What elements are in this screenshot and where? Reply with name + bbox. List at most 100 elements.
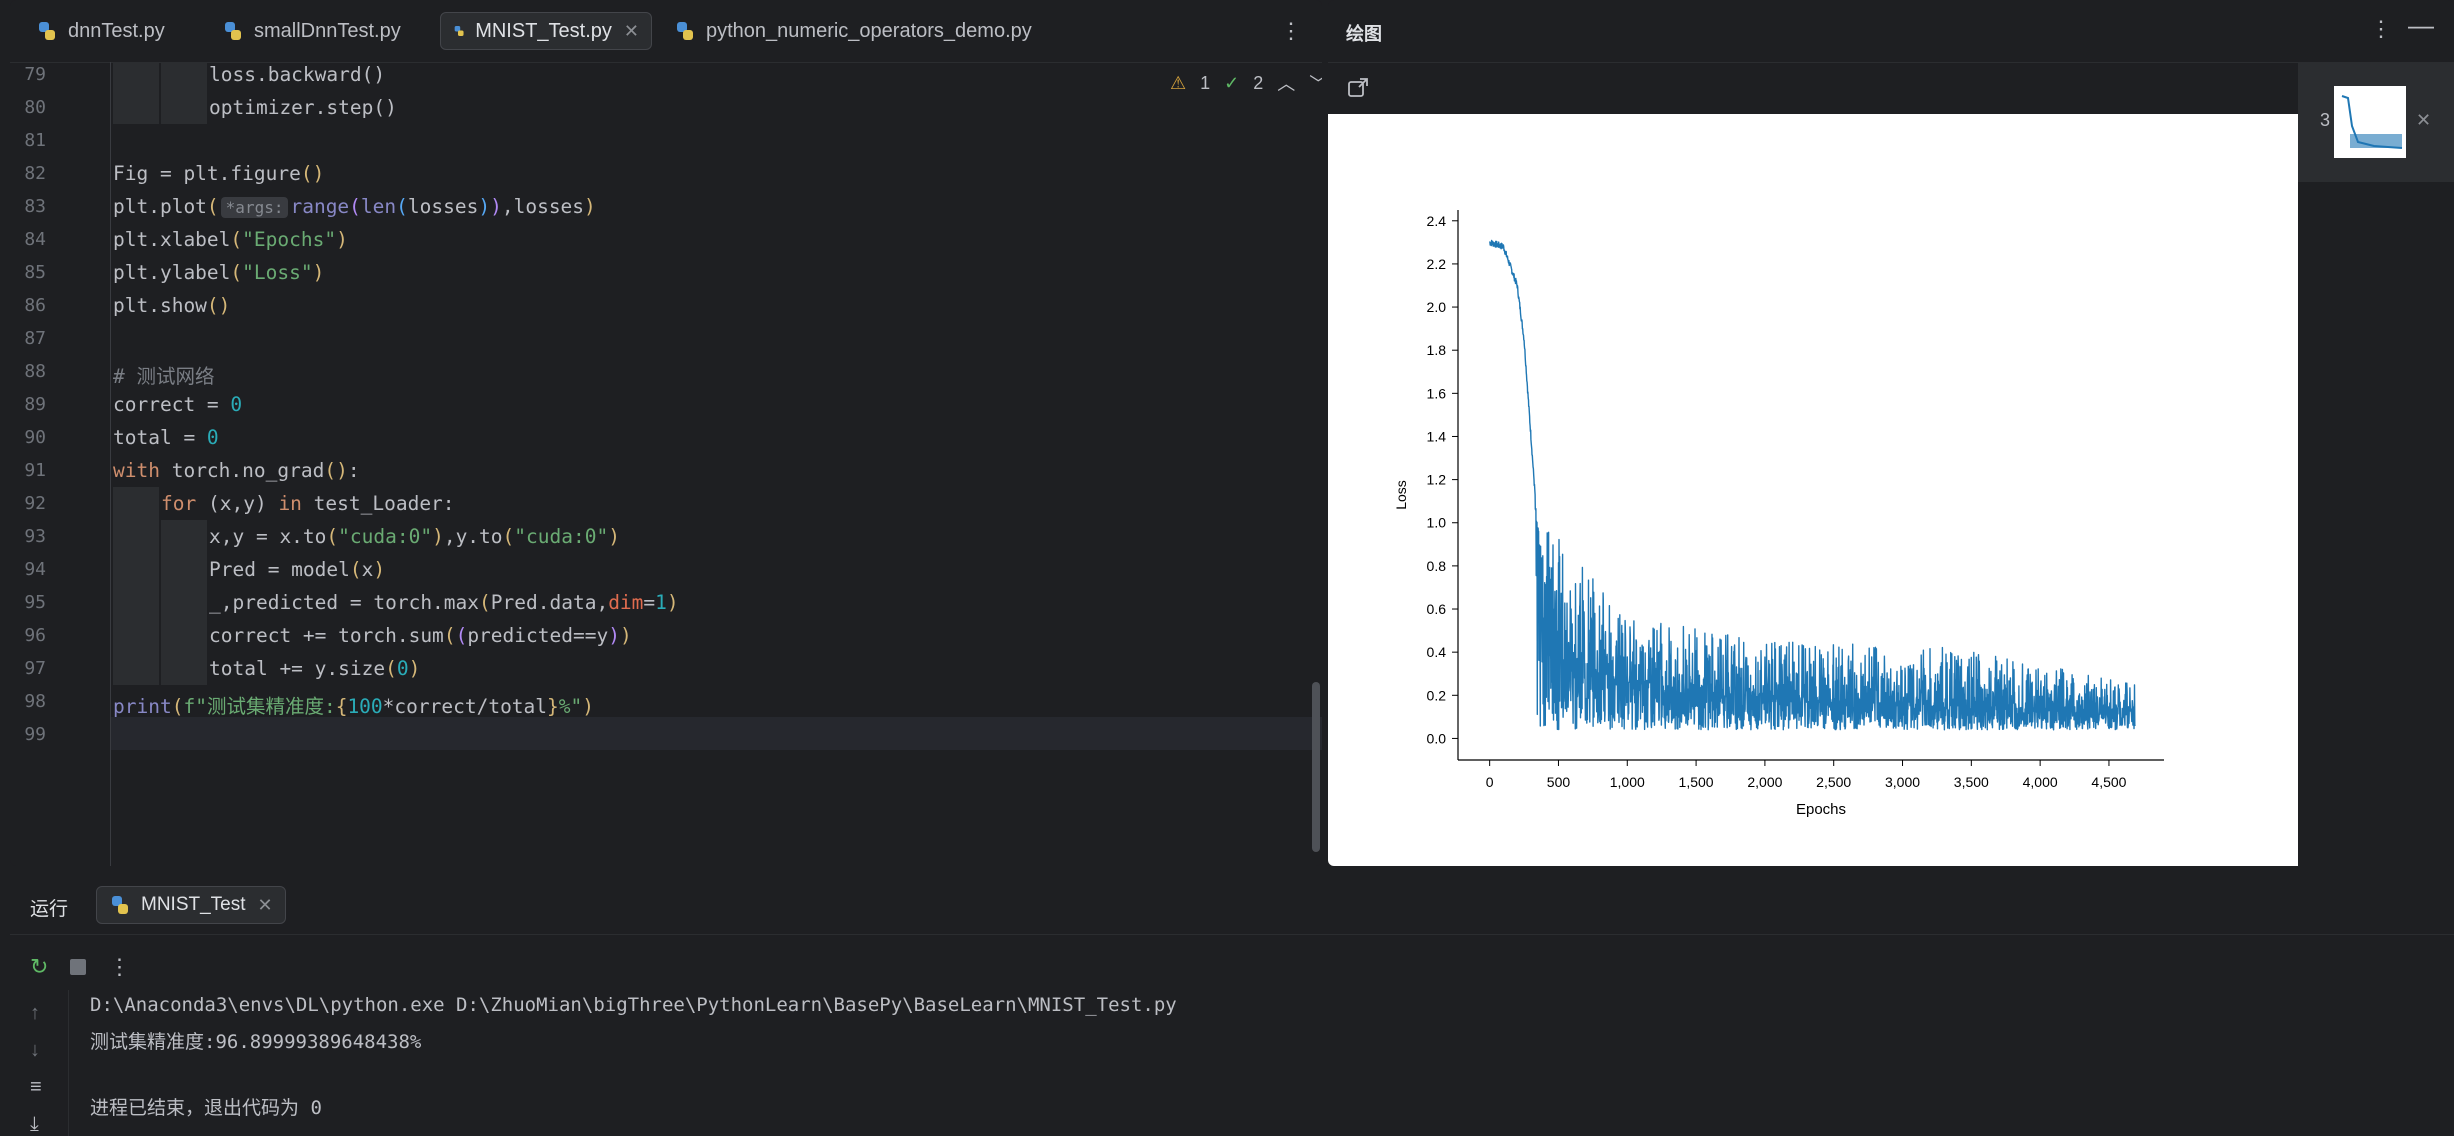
gutter-divider <box>110 62 111 866</box>
weak-warning-icon: ✓ <box>1224 72 1240 93</box>
code-line[interactable]: plt.ylabel("Loss") <box>113 261 324 284</box>
code-line[interactable]: plt.plot(*args: range(len(losses)),losses… <box>113 195 596 218</box>
open-in-new-window-icon[interactable] <box>1346 76 1370 100</box>
y-tick-label: 0.6 <box>1427 601 1447 617</box>
line-number: 86 <box>24 295 46 316</box>
more-vertical-icon[interactable]: ⋮ <box>1280 18 1302 44</box>
tab-label: python_numeric_operators_demo.py <box>706 19 1032 42</box>
code-line[interactable]: print(f"测试集精准度:{100*correct/total}%") <box>113 690 594 719</box>
tab-dnntest[interactable]: dnnTest.py <box>24 12 177 50</box>
plots-title: 绘图 <box>1346 24 1382 44</box>
loss-series-line <box>1489 239 2136 731</box>
line-number: 84 <box>24 229 46 250</box>
x-tick-label: 4,500 <box>2091 774 2126 790</box>
inspection-widget[interactable]: ⚠ 1 ✓ 2 ︿ ﹀ <box>1170 70 1322 96</box>
x-tick-label: 500 <box>1547 774 1571 790</box>
line-number: 89 <box>24 394 46 415</box>
loss-chart: 0.0 0.2 0.4 0.6 0.8 1.0 1.2 1.4 1.6 1.8 2.0 2.2 2.4 0… <box>1393 210 2164 818</box>
close-icon[interactable]: ✕ <box>258 895 273 916</box>
line-number: 85 <box>24 262 46 283</box>
line-number: 98 <box>24 691 46 712</box>
tab-mnist-test[interactable]: MNIST_Test.py ✕ <box>440 12 652 50</box>
line-number: 80 <box>24 97 46 118</box>
console-output-line: D:\Anaconda3\envs\DL\python.exe D:\ZhuoM… <box>90 994 1177 1016</box>
code-line[interactable]: loss.backward() <box>209 63 385 86</box>
chevron-down-icon[interactable]: ﹀ <box>1309 70 1322 96</box>
tab-smalldnntest[interactable]: smallDnnTest.py <box>210 12 413 50</box>
code-line[interactable]: correct += torch.sum((predicted==y)) <box>209 624 632 647</box>
close-icon[interactable]: ✕ <box>624 21 639 42</box>
more-vertical-icon[interactable]: ⋮ <box>108 954 130 980</box>
code-line[interactable]: x,y = x.to("cuda:0"),y.to("cuda:0") <box>209 525 620 548</box>
editor-scrollbar[interactable] <box>1312 682 1320 852</box>
line-number: 94 <box>24 559 46 580</box>
code-line[interactable]: optimizer.step() <box>209 96 397 119</box>
console-output-line: 测试集精准度:96.89999389648438% <box>90 1031 422 1053</box>
plots-tool-window: 绘图 ⋮ — 0.0 0.2 0.4 0.6 0.8 1.0 1.2 1.4 1.6 1.8 2.0… <box>1328 0 2454 866</box>
close-icon[interactable]: ✕ <box>2416 110 2431 131</box>
y-tick-label: 0.8 <box>1427 558 1447 574</box>
run-header: 运行 MNIST_Test ✕ <box>10 872 2454 935</box>
console-divider <box>68 990 69 1136</box>
code-editor[interactable]: dnnTest.py smallDnnTest.py MNIST_Test.py… <box>10 0 1322 866</box>
line-number: 90 <box>24 427 46 448</box>
line-number: 83 <box>24 196 46 217</box>
run-config-tab[interactable]: MNIST_Test ✕ <box>96 886 286 924</box>
code-line[interactable]: Fig = plt.figure() <box>113 162 324 185</box>
plot-thumbnail-image <box>2341 95 2403 149</box>
code-line[interactable]: total = 0 <box>113 426 219 449</box>
parameter-hint: *args: <box>220 197 289 218</box>
arrow-down-icon[interactable]: ↓ <box>30 1039 42 1062</box>
x-tick-label: 3,000 <box>1885 774 1920 790</box>
more-vertical-icon[interactable]: ⋮ <box>2370 16 2392 42</box>
y-axis-label: Loss <box>1393 480 1409 510</box>
rerun-icon[interactable]: ↻ <box>30 954 48 980</box>
run-title: 运行 <box>30 899 69 920</box>
plot-thumbnail[interactable] <box>2334 86 2406 158</box>
python-file-icon <box>39 22 55 40</box>
x-tick-label: 2,500 <box>1816 774 1851 790</box>
y-tick-label: 1.2 <box>1427 472 1447 488</box>
y-tick-label: 2.0 <box>1427 299 1447 315</box>
line-number: 95 <box>24 592 46 613</box>
y-tick-label: 2.4 <box>1427 213 1447 229</box>
indent-guide <box>161 62 207 124</box>
stop-icon[interactable] <box>70 959 87 975</box>
y-tick-label: 1.4 <box>1427 428 1447 444</box>
warning-count: 1 <box>1200 72 1211 93</box>
thumbnail-index: 3 <box>2320 110 2331 130</box>
python-file-icon <box>225 22 241 40</box>
tab-numeric-operators-demo[interactable]: python_numeric_operators_demo.py <box>662 12 1044 50</box>
indent-guide <box>113 62 159 124</box>
code-line[interactable]: correct = 0 <box>113 393 242 416</box>
code-comment[interactable]: # 测试网络 <box>113 360 214 389</box>
soft-wrap-icon[interactable]: ≡ <box>30 1076 42 1099</box>
code-line[interactable]: Pred = model(x) <box>209 558 385 581</box>
python-file-icon <box>112 896 128 914</box>
y-tick-label: 1.6 <box>1427 385 1447 401</box>
line-number: 88 <box>24 361 46 382</box>
scroll-to-end-icon[interactable]: ⤓ <box>30 1113 42 1136</box>
minimize-icon[interactable]: — <box>2408 10 2434 41</box>
code-line[interactable]: total += y.size(0) <box>209 657 420 680</box>
plot-thumbnail-strip: 3 ✕ <box>2298 62 2454 182</box>
x-tick-label: 1,500 <box>1679 774 1714 790</box>
line-number: 91 <box>24 460 46 481</box>
code-line[interactable]: for (x,y) in test_Loader: <box>161 492 455 515</box>
code-line[interactable]: plt.show() <box>113 294 230 317</box>
y-tick-label: 0.0 <box>1427 730 1447 746</box>
code-line[interactable]: _,predicted = torch.max(Pred.data,dim=1) <box>209 591 679 614</box>
run-tab-label: MNIST_Test <box>141 894 246 915</box>
console-output-line: 进程已结束，退出代码为 0 <box>90 1097 322 1119</box>
run-tool-window: 运行 MNIST_Test ✕ ↻ ⋮ ↑ ↓ ≡ ⤓ D:\Anaconda3… <box>10 872 2454 1136</box>
plot-canvas: 0.0 0.2 0.4 0.6 0.8 1.0 1.2 1.4 1.6 1.8 2.0 2.2 2.4 0… <box>1328 114 2298 866</box>
chevron-up-icon[interactable]: ︿ <box>1277 70 1295 96</box>
x-axis-label: Epochs <box>1796 801 1846 818</box>
divider <box>1328 62 2454 63</box>
indent-guide <box>161 520 207 685</box>
code-line[interactable]: with torch.no_grad(): <box>113 459 360 482</box>
python-file-icon <box>454 26 464 36</box>
arrow-up-icon[interactable]: ↑ <box>30 1002 42 1025</box>
tab-label: dnnTest.py <box>68 19 165 42</box>
code-line[interactable]: plt.xlabel("Epochs") <box>113 228 348 251</box>
